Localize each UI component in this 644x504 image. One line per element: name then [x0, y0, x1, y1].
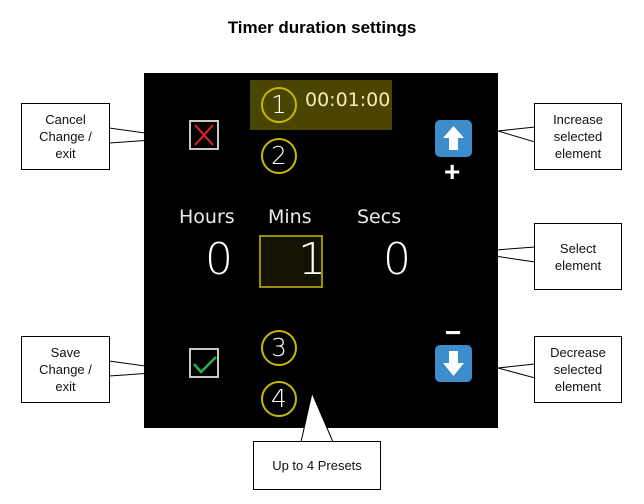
increase-callout: Increase selected element	[534, 103, 622, 170]
presets-callout-pointer	[300, 391, 334, 443]
select-callout: Select element	[534, 223, 622, 290]
presets-callout: Up to 4 Presets	[253, 441, 381, 490]
cancel-callout: Cancel Change / exit	[21, 103, 110, 170]
save-callout: Save Change / exit	[21, 336, 110, 403]
decrease-callout: Decrease selected element	[534, 336, 622, 403]
